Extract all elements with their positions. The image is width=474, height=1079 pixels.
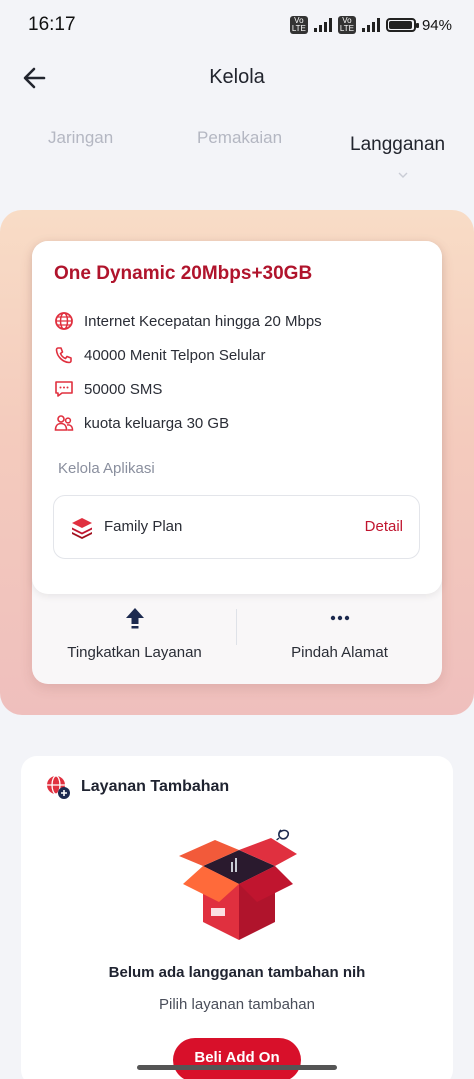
- battery-percent: 94%: [421, 16, 452, 34]
- signal-icon-2: [361, 18, 380, 32]
- plan-details: One Dynamic 20Mbps+30GB Internet Kecepat…: [32, 241, 442, 594]
- tab-bar: Jaringan Pemakaian Langganan: [0, 128, 474, 178]
- empty-state-title: Belum ada langganan tambahan nih: [108, 964, 366, 981]
- feature-label: 50000 SMS: [84, 380, 163, 398]
- addon-service-icon: [47, 775, 70, 799]
- app-header: Kelola: [0, 56, 474, 100]
- globe-icon: [55, 312, 73, 330]
- tab-jaringan[interactable]: Jaringan: [48, 128, 113, 148]
- feature-label: kuota keluarga 30 GB: [84, 414, 230, 432]
- detail-link[interactable]: Detail: [365, 518, 403, 535]
- volte-icon: Vo LTE: [289, 16, 308, 34]
- sms-icon: [55, 381, 73, 397]
- tab-pemakaian[interactable]: Pemakaian: [197, 128, 282, 148]
- feature-internet: Internet Kecepatan hingga 20 Mbps: [54, 311, 322, 331]
- feature-sms: 50000 SMS: [54, 379, 162, 399]
- addon-header: Layanan Tambahan: [45, 774, 229, 800]
- plan-name: One Dynamic 20Mbps+30GB: [54, 263, 313, 284]
- move-address-button[interactable]: Pindah Alamat: [237, 606, 442, 661]
- feature-label: Internet Kecepatan hingga 20 Mbps: [84, 312, 322, 330]
- signal-icon: [313, 18, 332, 32]
- addon-card: Layanan Tambahan Belum ada langganan tam…: [21, 756, 453, 1079]
- status-time: 16:17: [28, 14, 76, 35]
- feature-family-quota: kuota keluarga 30 GB: [54, 413, 229, 433]
- family-icon: [54, 415, 74, 431]
- empty-state-subtitle: Pilih layanan tambahan: [159, 996, 315, 1013]
- home-indicator[interactable]: [137, 1065, 337, 1070]
- volte-icon-2: Vo LTE: [337, 16, 356, 34]
- kelola-aplikasi-label: Kelola Aplikasi: [58, 460, 155, 477]
- upgrade-arrow-icon: [125, 608, 144, 629]
- buy-add-on-button[interactable]: Beli Add On: [173, 1038, 301, 1079]
- family-plan-label: Family Plan: [104, 518, 183, 535]
- addon-title: Layanan Tambahan: [81, 778, 230, 795]
- move-address-label: Pindah Alamat: [291, 644, 388, 661]
- tab-langganan[interactable]: Langganan: [350, 134, 445, 156]
- layers-icon: [72, 518, 92, 539]
- page-title: Kelola: [209, 66, 265, 88]
- status-bar: 16:17 Vo LTE Vo LTE 94%: [0, 0, 474, 50]
- phone-icon: [55, 347, 72, 364]
- plan-card: One Dynamic 20Mbps+30GB Internet Kecepat…: [32, 241, 442, 684]
- battery-icon: [385, 18, 419, 32]
- empty-box-illustration: [179, 829, 297, 940]
- feature-label: 40000 Menit Telpon Selular: [84, 346, 266, 364]
- upgrade-service-label: Tingkatkan Layanan: [67, 644, 202, 661]
- more-dots-icon: [330, 615, 349, 621]
- feature-calls: 40000 Menit Telpon Selular: [54, 345, 266, 365]
- tab-indicator-icon: [398, 172, 408, 178]
- family-plan-row[interactable]: Family Plan Detail: [53, 495, 420, 559]
- upgrade-service-button[interactable]: Tingkatkan Layanan: [32, 606, 237, 661]
- status-icons: Vo LTE Vo LTE 94%: [289, 16, 452, 34]
